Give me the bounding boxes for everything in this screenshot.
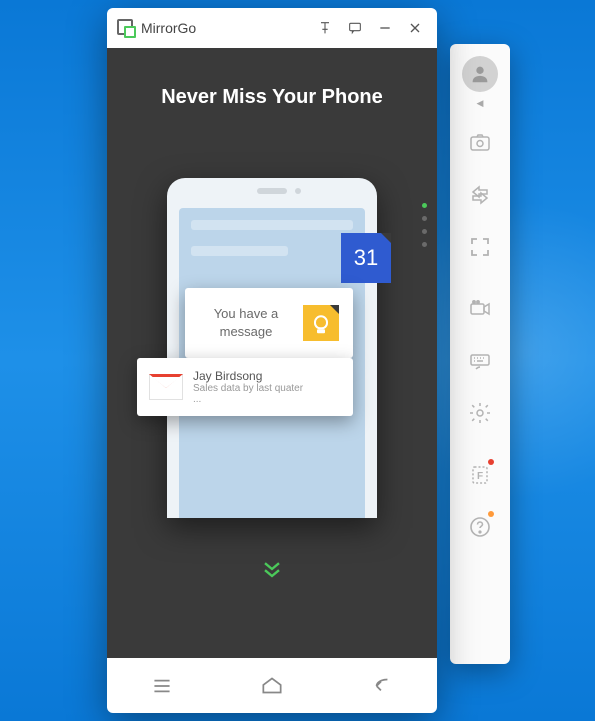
settings-button[interactable] bbox=[458, 387, 502, 439]
gmail-icon bbox=[149, 374, 183, 400]
screenshot-button[interactable] bbox=[458, 117, 502, 169]
email-notification: Jay Birdsong Sales data by last quater .… bbox=[137, 358, 353, 416]
calendar-icon: 31 bbox=[341, 233, 391, 283]
keyboard-button[interactable] bbox=[458, 335, 502, 387]
back-button[interactable] bbox=[362, 666, 402, 706]
app-window: MirrorGo Never Miss Your Phone bbox=[107, 8, 437, 713]
close-button[interactable] bbox=[403, 16, 427, 40]
notification-dot-icon bbox=[488, 511, 494, 517]
carousel-dot-4[interactable] bbox=[422, 242, 427, 247]
carousel-dots[interactable] bbox=[422, 203, 427, 247]
carousel-dot-1[interactable] bbox=[422, 203, 427, 208]
android-nav-bar bbox=[107, 658, 437, 713]
scroll-down-icon[interactable] bbox=[258, 555, 286, 588]
email-ellipsis: ... bbox=[193, 394, 303, 405]
record-button[interactable] bbox=[458, 283, 502, 335]
carousel-dot-2[interactable] bbox=[422, 216, 427, 221]
minimize-button[interactable] bbox=[373, 16, 397, 40]
hero-title: Never Miss Your Phone bbox=[107, 86, 437, 109]
fullscreen-button[interactable] bbox=[458, 221, 502, 273]
transfer-button[interactable] bbox=[458, 169, 502, 221]
keep-icon bbox=[303, 305, 339, 341]
svg-text:F: F bbox=[477, 471, 483, 482]
app-logo-icon bbox=[117, 19, 135, 37]
email-subject: Sales data by last quater bbox=[193, 383, 303, 394]
carousel-dot-3[interactable] bbox=[422, 229, 427, 234]
form-button[interactable]: F bbox=[458, 449, 502, 501]
phone-speaker-icon bbox=[257, 188, 287, 194]
notification-dot-icon bbox=[488, 459, 494, 465]
message-notification: You have a message bbox=[185, 288, 353, 358]
calendar-day: 31 bbox=[354, 245, 378, 271]
chat-button[interactable] bbox=[343, 16, 367, 40]
help-button[interactable] bbox=[458, 501, 502, 553]
phone-illustration: 31 You have a message bbox=[167, 178, 377, 518]
side-toolbar: ◀ F bbox=[450, 44, 510, 664]
home-button[interactable] bbox=[252, 666, 292, 706]
collapse-arrow-icon[interactable]: ◀ bbox=[477, 98, 484, 109]
pin-button[interactable] bbox=[313, 16, 337, 40]
onboarding-panel: Never Miss Your Phone 31 You have a mess… bbox=[107, 48, 437, 658]
menu-button[interactable] bbox=[142, 666, 182, 706]
app-title: MirrorGo bbox=[141, 20, 307, 36]
email-from: Jay Birdsong bbox=[193, 369, 303, 383]
titlebar: MirrorGo bbox=[107, 8, 437, 48]
message-text: You have a message bbox=[199, 305, 293, 341]
avatar[interactable] bbox=[462, 56, 498, 92]
